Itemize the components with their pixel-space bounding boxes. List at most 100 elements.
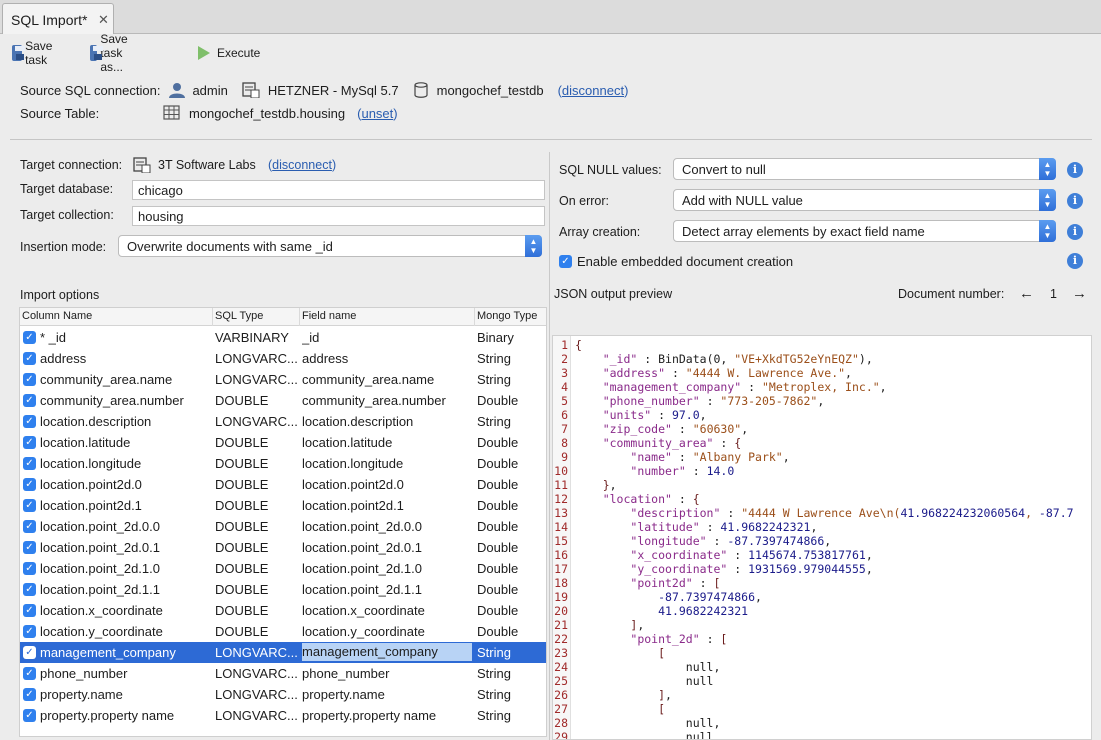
- document-number-label: Document number:: [898, 287, 1005, 301]
- tab-sql-import[interactable]: SQL Import* ✕: [2, 3, 114, 35]
- field-name-cell[interactable]: location.point_2d.0.0: [302, 519, 472, 534]
- import-options-title: Import options: [20, 288, 100, 302]
- row-checkbox[interactable]: ✓: [23, 562, 36, 575]
- field-name-cell[interactable]: management_company: [302, 643, 472, 661]
- field-name-cell[interactable]: location.point2d.0: [302, 477, 472, 492]
- column-header-column-name[interactable]: Column Name: [22, 310, 92, 322]
- info-icon[interactable]: i: [1067, 253, 1083, 269]
- line-number: 9: [561, 450, 568, 464]
- row-checkbox[interactable]: ✓: [23, 499, 36, 512]
- target-server-icon: [133, 157, 151, 173]
- close-icon[interactable]: ✕: [98, 12, 109, 28]
- row-checkbox[interactable]: ✓: [23, 646, 36, 659]
- row-checkbox[interactable]: ✓: [23, 373, 36, 386]
- column-header-field-name[interactable]: Field name: [302, 310, 356, 322]
- table-row[interactable]: ✓ management_company LONGVARC... management…: [20, 642, 546, 663]
- row-checkbox[interactable]: ✓: [23, 625, 36, 638]
- target-database-field[interactable]: chicago: [132, 180, 545, 200]
- table-row[interactable]: ✓ * _id VARBINARY _id Binary: [20, 327, 546, 348]
- target-disconnect-link[interactable]: disconnect: [272, 158, 332, 172]
- line-number: 27: [554, 702, 568, 716]
- row-checkbox[interactable]: ✓: [23, 457, 36, 470]
- field-name-cell[interactable]: location.point_2d.1.0: [302, 561, 472, 576]
- target-collection-field[interactable]: housing: [132, 206, 545, 226]
- row-checkbox[interactable]: ✓: [23, 436, 36, 449]
- table-row[interactable]: ✓ address LONGVARC... address String: [20, 348, 546, 369]
- column-header-sql-type[interactable]: SQL Type: [215, 310, 263, 322]
- field-name-cell[interactable]: property.name: [302, 687, 472, 702]
- info-icon[interactable]: i: [1067, 162, 1083, 178]
- row-checkbox[interactable]: ✓: [23, 688, 36, 701]
- field-name-cell[interactable]: location.longitude: [302, 456, 472, 471]
- row-checkbox[interactable]: ✓: [23, 331, 36, 344]
- row-checkbox[interactable]: ✓: [23, 604, 36, 617]
- field-name-cell[interactable]: community_area.name: [302, 372, 472, 387]
- row-checkbox[interactable]: ✓: [23, 583, 36, 596]
- row-checkbox[interactable]: ✓: [23, 352, 36, 365]
- column-header-mongo-type[interactable]: Mongo Type: [477, 310, 537, 322]
- table-row[interactable]: ✓ location.longitude DOUBLE location.longit…: [20, 453, 546, 474]
- info-icon[interactable]: i: [1067, 193, 1083, 209]
- table-row[interactable]: ✓ location.point_2d.1.0 DOUBLE location.poi…: [20, 558, 546, 579]
- chevron-updown-icon: ▲ ▼: [1039, 158, 1056, 180]
- field-name-cell[interactable]: _id: [302, 330, 472, 345]
- field-name-cell[interactable]: location.latitude: [302, 435, 472, 450]
- field-name-cell[interactable]: location.description: [302, 414, 472, 429]
- field-name-cell[interactable]: location.point_2d.0.1: [302, 540, 472, 555]
- database-icon: [414, 82, 428, 98]
- source-unset-link[interactable]: unset: [361, 106, 393, 121]
- insertion-mode-value: Overwrite documents with same _id: [127, 239, 333, 254]
- table-row[interactable]: ✓ phone_number LONGVARC... phone_number Stri…: [20, 663, 546, 684]
- insertion-mode-select[interactable]: Overwrite documents with same _id ▲ ▼: [118, 235, 542, 257]
- table-row[interactable]: ✓ location.point2d.1 DOUBLE location.point2…: [20, 495, 546, 516]
- field-name-cell[interactable]: location.x_coordinate: [302, 603, 472, 618]
- source-disconnect-link[interactable]: disconnect: [562, 83, 624, 98]
- table-row[interactable]: ✓ location.point_2d.1.1 DOUBLE location.poi…: [20, 579, 546, 600]
- table-row[interactable]: ✓ location.y_coordinate DOUBLE location.y_c…: [20, 621, 546, 642]
- sql-null-select[interactable]: Convert to null ▲ ▼: [673, 158, 1056, 180]
- row-checkbox[interactable]: ✓: [23, 415, 36, 428]
- row-checkbox[interactable]: ✓: [23, 394, 36, 407]
- array-creation-select[interactable]: Detect array elements by exact field nam…: [673, 220, 1056, 242]
- table-row[interactable]: ✓ community_area.name LONGVARC... community…: [20, 369, 546, 390]
- row-checkbox[interactable]: ✓: [23, 478, 36, 491]
- mongo-type-cell: Binary: [477, 330, 514, 345]
- json-preview[interactable]: 1 {2 "_id" : BinData(0, "VE+XkdTG52eYnEQZ…: [552, 335, 1092, 740]
- field-name-cell[interactable]: location.y_coordinate: [302, 624, 472, 639]
- table-row[interactable]: ✓ property.name LONGVARC... property.name St…: [20, 684, 546, 705]
- json-line-code: ],: [658, 688, 672, 702]
- field-name-cell[interactable]: location.point2d.1: [302, 498, 472, 513]
- field-name-cell[interactable]: community_area.number: [302, 393, 472, 408]
- sql-type-cell: LONGVARC...: [215, 645, 298, 660]
- table-row[interactable]: ✓ location.point_2d.0.0 DOUBLE location.poi…: [20, 516, 546, 537]
- field-name-cell[interactable]: property.property name: [302, 708, 472, 723]
- save-task-as-button[interactable]: Save task as...: [90, 32, 136, 74]
- mongo-type-cell: String: [477, 414, 511, 429]
- table-row[interactable]: ✓ location.description LONGVARC... location…: [20, 411, 546, 432]
- next-document-arrow-icon[interactable]: →: [1072, 285, 1087, 302]
- field-name-cell[interactable]: phone_number: [302, 666, 472, 681]
- floppy-icon: [12, 45, 26, 61]
- table-row[interactable]: ✓ location.x_coordinate DOUBLE location.x_c…: [20, 600, 546, 621]
- json-preview-title: JSON output preview: [554, 287, 673, 301]
- save-task-button[interactable]: Save task: [12, 39, 58, 67]
- field-name-cell[interactable]: address: [302, 351, 472, 366]
- table-row[interactable]: ✓ location.point_2d.0.1 DOUBLE location.poi…: [20, 537, 546, 558]
- embedded-doc-checkbox[interactable]: ✓: [559, 255, 572, 268]
- table-row[interactable]: ✓ location.latitude DOUBLE location.latitud…: [20, 432, 546, 453]
- info-icon[interactable]: i: [1067, 224, 1083, 240]
- on-error-select[interactable]: Add with NULL value ▲ ▼: [673, 189, 1056, 211]
- row-checkbox[interactable]: ✓: [23, 667, 36, 680]
- previous-document-arrow-icon[interactable]: ←: [1019, 285, 1034, 302]
- execute-button[interactable]: Execute: [197, 42, 260, 64]
- column-name-cell: property.name: [40, 687, 123, 702]
- field-name-cell[interactable]: location.point_2d.1.1: [302, 582, 472, 597]
- row-checkbox[interactable]: ✓: [23, 709, 36, 722]
- line-number: 7: [561, 422, 568, 436]
- json-line-code: "management_company" : "Metroplex, Inc."…: [602, 380, 887, 394]
- row-checkbox[interactable]: ✓: [23, 541, 36, 554]
- table-row[interactable]: ✓ location.point2d.0 DOUBLE location.point2…: [20, 474, 546, 495]
- row-checkbox[interactable]: ✓: [23, 520, 36, 533]
- table-row[interactable]: ✓ property.property name LONGVARC... proper…: [20, 705, 546, 726]
- table-row[interactable]: ✓ community_area.number DOUBLE community_ar…: [20, 390, 546, 411]
